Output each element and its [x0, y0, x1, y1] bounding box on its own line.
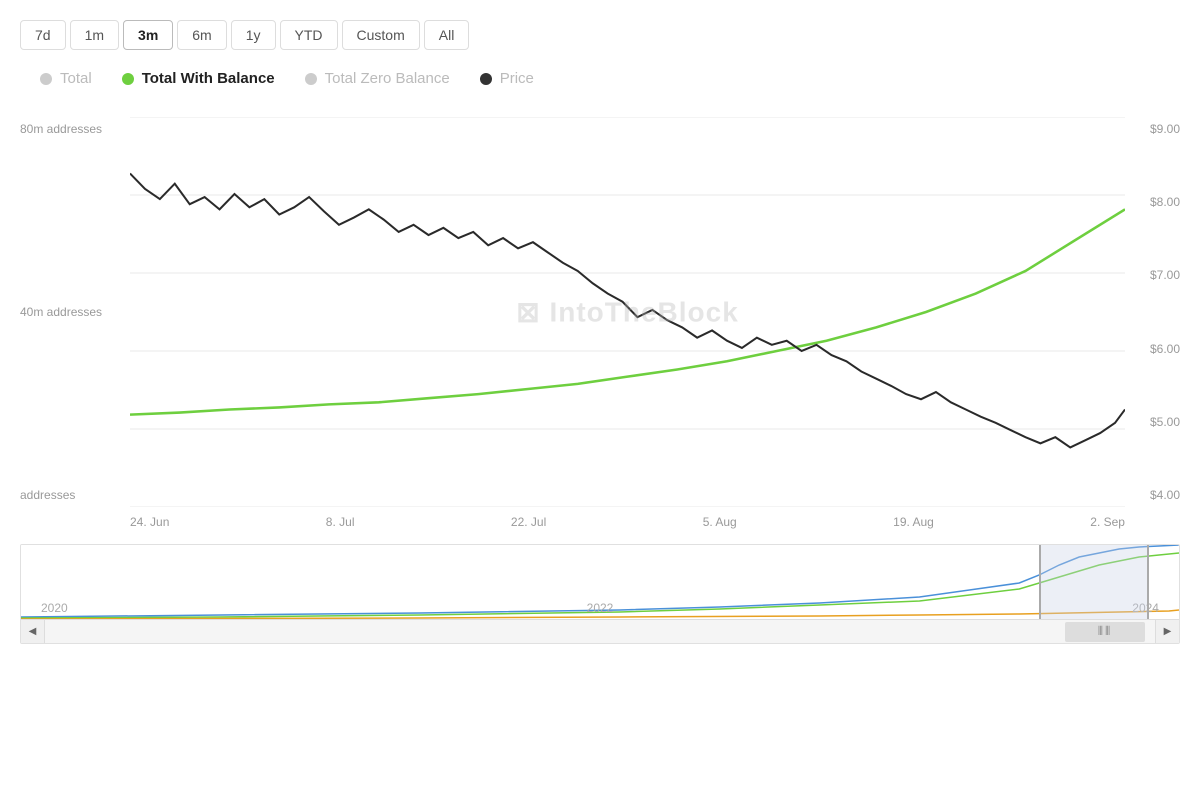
- x-label-0: 24. Jun: [130, 515, 169, 529]
- price-9: $9.00: [1120, 122, 1180, 136]
- legend-item-total[interactable]: Total: [40, 70, 92, 87]
- legend-dot: [480, 73, 492, 85]
- time-btn-6m[interactable]: 6m: [177, 20, 226, 50]
- time-btn-1y[interactable]: 1y: [231, 20, 276, 50]
- legend-label: Total Zero Balance: [325, 70, 450, 87]
- x-axis: 24. Jun 8. Jul 22. Jul 5. Aug 19. Aug 2.…: [20, 507, 1180, 529]
- time-btn-3m[interactable]: 3m: [123, 20, 173, 50]
- y-label-bot: addresses: [20, 488, 140, 502]
- chart-wrapper: 80m addresses 40m addresses addresses $9…: [10, 117, 1190, 529]
- legend-item-total-zero-balance[interactable]: Total Zero Balance: [305, 70, 450, 87]
- mini-chart: 2020 2022 2024 ◀ ⦀⦀ ▶: [20, 544, 1180, 644]
- x-label-2: 22. Jul: [511, 515, 546, 529]
- legend-label: Total With Balance: [142, 70, 275, 87]
- time-range-selector: 7d1m3m6m1yYTDCustomAll: [10, 20, 1190, 50]
- legend-label: Total: [60, 70, 92, 87]
- main-chart: 80m addresses 40m addresses addresses $9…: [20, 117, 1180, 507]
- x-label-5: 2. Sep: [1090, 515, 1125, 529]
- time-btn-ytd[interactable]: YTD: [280, 20, 338, 50]
- legend-dot: [40, 73, 52, 85]
- chart-legend: Total Total With Balance Total Zero Balanc…: [10, 70, 1190, 87]
- legend-item-total-with-balance[interactable]: Total With Balance: [122, 70, 275, 87]
- time-btn-custom[interactable]: Custom: [342, 20, 420, 50]
- price-8: $8.00: [1120, 195, 1180, 209]
- time-btn-1m[interactable]: 1m: [70, 20, 119, 50]
- mini-chart-year-labels: 2020 2022 2024: [21, 601, 1179, 615]
- chart-svg: [130, 117, 1125, 507]
- scroll-track[interactable]: ⦀⦀: [45, 620, 1155, 644]
- legend-dot: [122, 73, 134, 85]
- time-btn-7d[interactable]: 7d: [20, 20, 66, 50]
- legend-item-price[interactable]: Price: [480, 70, 534, 87]
- mini-label-2022: 2022: [587, 601, 614, 615]
- y-label-top: 80m addresses: [20, 122, 140, 136]
- legend-dot: [305, 73, 317, 85]
- scroll-controls: ◀ ⦀⦀ ▶: [21, 619, 1179, 643]
- legend-label: Price: [500, 70, 534, 87]
- price-6: $6.00: [1120, 342, 1180, 356]
- price-7: $7.00: [1120, 268, 1180, 282]
- y-label-mid: 40m addresses: [20, 305, 140, 319]
- price-5: $5.00: [1120, 415, 1180, 429]
- y-axis-left: 80m addresses 40m addresses addresses: [20, 117, 140, 507]
- x-label-4: 19. Aug: [893, 515, 934, 529]
- price-4: $4.00: [1120, 488, 1180, 502]
- mini-chart-selection[interactable]: [1039, 545, 1149, 620]
- mini-label-2020: 2020: [41, 601, 68, 615]
- handle-grip: ⦀⦀: [1098, 624, 1113, 639]
- x-label-1: 8. Jul: [326, 515, 355, 529]
- time-btn-all[interactable]: All: [424, 20, 470, 50]
- y-axis-right: $9.00 $8.00 $7.00 $6.00 $5.00 $4.00: [1120, 117, 1180, 507]
- scroll-right-button[interactable]: ▶: [1155, 620, 1179, 644]
- scroll-left-button[interactable]: ◀: [21, 620, 45, 644]
- main-container: 7d1m3m6m1yYTDCustomAll Total Total With B…: [0, 0, 1200, 800]
- chart-svg-container: ⊠ IntoTheBlock: [130, 117, 1125, 507]
- x-label-3: 5. Aug: [703, 515, 737, 529]
- scroll-handle[interactable]: ⦀⦀: [1065, 622, 1145, 642]
